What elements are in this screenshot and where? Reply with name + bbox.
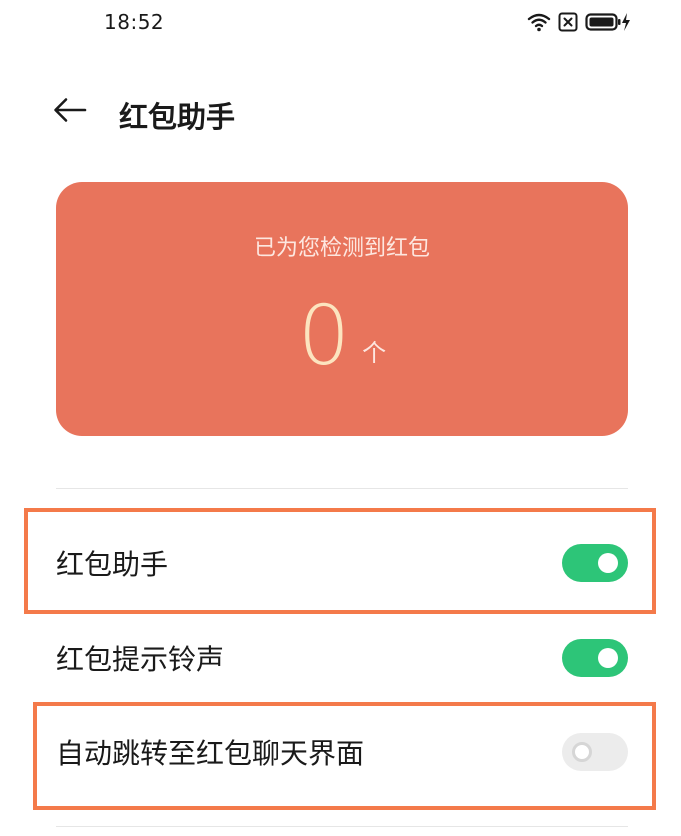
back-button[interactable] (48, 92, 92, 132)
setting-label: 红包助手 (56, 548, 169, 581)
detected-label: 已为您检测到红包 (253, 236, 430, 261)
status-icons (527, 12, 631, 32)
status-time: 18:52 (104, 10, 165, 34)
setting-label: 红包提示铃声 (56, 643, 225, 676)
page-title: 红包助手 (119, 100, 236, 134)
divider (56, 826, 628, 827)
arrow-left-icon (53, 97, 87, 127)
red-packet-summary-card: 已为您检测到红包 0 个 (56, 182, 628, 436)
sim-disabled-icon (558, 12, 578, 32)
header: 红包助手 (0, 82, 681, 142)
setting-row-auto-jump[interactable]: 自动跳转至红包聊天界面 (56, 717, 628, 787)
auto-jump-toggle[interactable] (562, 733, 628, 771)
red-packet-assistant-toggle[interactable] (562, 544, 628, 582)
count-row: 0 个 (56, 282, 628, 382)
battery-charging-icon (585, 12, 631, 32)
setting-row-red-packet-assistant[interactable]: 红包助手 (56, 528, 628, 598)
wifi-icon (527, 12, 551, 32)
setting-row-notification-sound[interactable]: 红包提示铃声 (56, 623, 628, 693)
setting-label: 自动跳转至红包聊天界面 (56, 737, 365, 770)
status-bar: 18:52 (0, 0, 681, 48)
divider (56, 488, 628, 489)
detected-count: 0 (297, 289, 351, 384)
notification-sound-toggle[interactable] (562, 639, 628, 677)
count-unit: 个 (362, 339, 387, 367)
